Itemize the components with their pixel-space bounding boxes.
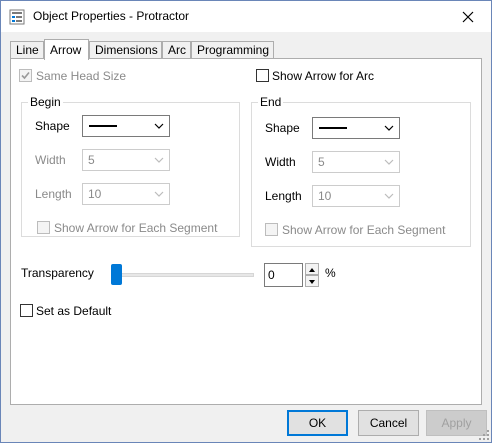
begin-each-segment-checkbox[interactable] <box>37 221 50 234</box>
end-length-label: Length <box>265 189 302 203</box>
begin-width-label: Width <box>35 153 66 167</box>
tab-arrow[interactable]: Arrow <box>44 39 89 60</box>
transparency-spin-up[interactable] <box>305 263 319 275</box>
show-arrow-for-arc-checkbox[interactable] <box>256 69 269 82</box>
transparency-slider-thumb[interactable] <box>111 264 122 285</box>
set-as-default-checkbox[interactable] <box>20 304 33 317</box>
cancel-button[interactable]: Cancel <box>358 410 419 436</box>
tab-programming[interactable]: Programming <box>191 41 274 59</box>
end-shape-dropdown[interactable] <box>312 117 400 139</box>
begin-group-title: Begin <box>28 95 63 109</box>
end-length-dropdown[interactable]: 10 <box>312 185 400 207</box>
begin-each-segment-label: Show Arrow for Each Segment <box>54 221 218 235</box>
close-icon <box>462 11 474 22</box>
properties-window-icon <box>9 9 25 25</box>
begin-shape-dropdown[interactable] <box>82 115 170 137</box>
spin-down-icon <box>309 280 315 284</box>
chevron-down-icon <box>154 123 164 129</box>
end-shape-label: Shape <box>265 121 300 135</box>
transparency-input[interactable]: 0 <box>264 263 303 287</box>
tab-arc[interactable]: Arc <box>162 41 191 59</box>
same-head-size-checkbox[interactable] <box>19 69 32 82</box>
begin-length-dropdown[interactable]: 10 <box>82 183 170 205</box>
show-arrow-for-arc-label: Show Arrow for Arc <box>272 69 375 83</box>
begin-length-label: Length <box>35 187 72 201</box>
spin-up-icon <box>309 268 315 272</box>
chevron-down-icon <box>384 125 394 131</box>
end-width-value: 5 <box>318 155 325 169</box>
same-head-size-label: Same Head Size <box>36 69 127 83</box>
end-group: End Shape Width 5 Length 10 Show Arrow f… <box>251 95 471 247</box>
begin-width-dropdown[interactable]: 5 <box>82 149 170 171</box>
close-button[interactable] <box>445 1 491 32</box>
transparency-slider-track[interactable] <box>114 273 254 277</box>
end-width-dropdown[interactable]: 5 <box>312 151 400 173</box>
begin-shape-label: Shape <box>35 119 70 133</box>
transparency-value: 0 <box>268 268 275 282</box>
end-length-value: 10 <box>318 189 332 203</box>
end-width-label: Width <box>265 155 296 169</box>
resize-grip-icon[interactable] <box>479 430 489 440</box>
chevron-down-icon <box>154 157 164 163</box>
object-properties-dialog: Object Properties - Protractor Line Arro… <box>0 0 492 443</box>
ok-button[interactable]: OK <box>287 410 348 436</box>
end-each-segment-checkbox[interactable] <box>265 223 278 236</box>
end-group-title: End <box>258 95 284 109</box>
title-bar: Object Properties - Protractor <box>1 1 491 32</box>
begin-length-value: 10 <box>88 187 102 201</box>
tab-dimensions[interactable]: Dimensions <box>89 41 162 59</box>
transparency-spin-down[interactable] <box>305 275 319 287</box>
transparency-label: Transparency <box>21 266 94 280</box>
set-as-default-label: Set as Default <box>36 304 112 318</box>
checkmark-icon <box>21 71 30 80</box>
begin-group: Begin Shape Width 5 Length 10 Show Arrow… <box>21 95 240 237</box>
tab-line[interactable]: Line <box>10 41 44 59</box>
end-each-segment-label: Show Arrow for Each Segment <box>282 223 446 237</box>
chevron-down-icon <box>384 193 394 199</box>
window-title: Object Properties - Protractor <box>33 9 190 23</box>
line-shape-preview <box>89 125 117 127</box>
begin-width-value: 5 <box>88 153 95 167</box>
apply-button[interactable]: Apply <box>426 410 487 436</box>
chevron-down-icon <box>384 159 394 165</box>
line-shape-preview <box>319 127 347 129</box>
transparency-unit: % <box>325 266 336 280</box>
chevron-down-icon <box>154 191 164 197</box>
arrow-tab-panel: Same Head Size Show Arrow for Arc Begin … <box>10 58 482 405</box>
